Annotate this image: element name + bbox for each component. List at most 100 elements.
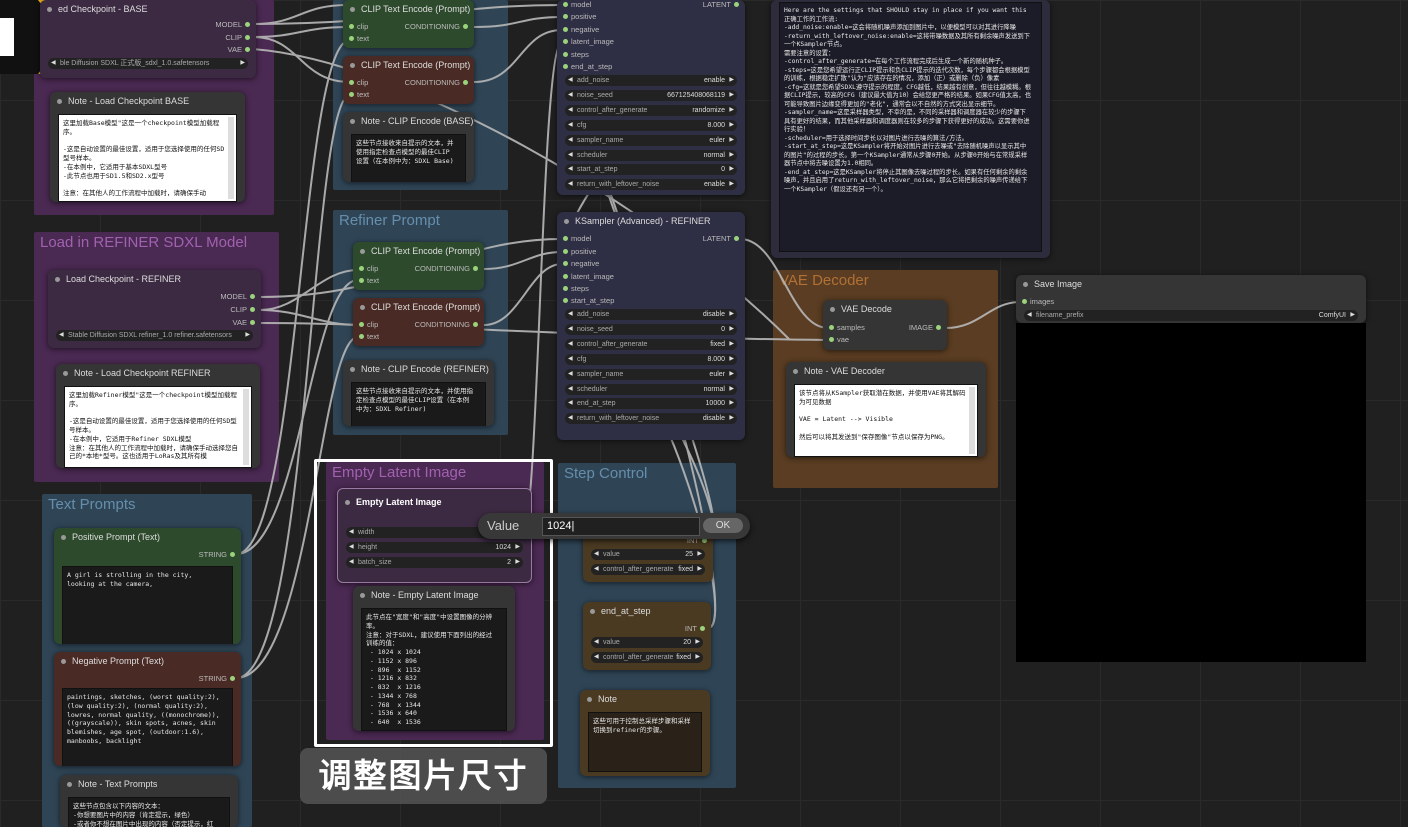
conditioning-output[interactable]: CONDITIONING (415, 320, 479, 330)
scheduler-widget[interactable]: schedulernormal (565, 150, 737, 161)
image-output[interactable]: IMAGE (909, 323, 942, 333)
load-checkpoint-refiner-node[interactable]: Load Checkpoint - REFINER MODEL CLIP VAE… (48, 270, 261, 348)
positive-input[interactable]: positive (563, 247, 596, 257)
note-ksampler-settings[interactable]: Here are the settings that SHOULD stay i… (771, 0, 1050, 258)
clip-input[interactable]: clip (349, 78, 368, 88)
filename-prefix-widget[interactable]: filename_prefixComfyUI (1024, 310, 1358, 321)
note-load-checkpoint-base[interactable]: Note - Load Checkpoint BASE 这里加载Base模型"这… (50, 92, 245, 202)
string-output[interactable]: STRING (199, 674, 236, 684)
samples-input[interactable]: samples (829, 323, 865, 333)
control-after-generate-widget[interactable]: control_after_generatefixed (565, 339, 737, 350)
control-after-generate-widget[interactable]: control_after_generatefixed (591, 652, 703, 663)
text-input[interactable]: text (349, 34, 369, 44)
vae-output[interactable]: VAE (228, 45, 251, 55)
vae-output[interactable]: VAE (233, 318, 256, 328)
add-noise-widget[interactable]: add_noisedisable (565, 309, 737, 320)
model-input[interactable]: model (563, 234, 591, 244)
noise-seed-widget[interactable]: noise_seed667125408068119 (565, 90, 737, 101)
model-output[interactable]: MODEL (215, 20, 250, 30)
latent-image-input[interactable]: latent_image (563, 37, 614, 47)
control-after-generate-widget[interactable]: control_after_generatefixed (591, 564, 705, 575)
start-at-step-input[interactable]: start_at_step (563, 296, 614, 306)
note-clip-encode-base[interactable]: Note - CLIP Encode (BASE) 这些节点接收来自提示的文本，… (343, 112, 474, 182)
model-input[interactable]: model (563, 0, 591, 10)
note-text[interactable]: 这些可用于控制总采样步骤和采样切换到refiner的步骤。 (588, 712, 702, 772)
note-text[interactable]: 这些节点包含以下内容的文本： -你想要图片中的内容（肯定提示，绿色） -或者你不… (68, 797, 230, 827)
images-input[interactable]: images (1022, 297, 1054, 307)
sampler-name-widget[interactable]: sampler_nameeuler (565, 135, 737, 146)
cfg-widget[interactable]: cfg8.000 (565, 120, 737, 131)
ok-button[interactable]: OK (703, 518, 743, 533)
note-text[interactable]: Here are the settings that SHOULD stay i… (779, 2, 1042, 252)
negative-prompt-node[interactable]: Negative Prompt (Text) STRING paintings,… (54, 652, 241, 766)
note-clip-encode-refiner[interactable]: Note - CLIP Encode (REFINER) 这些节点接收来自提示的… (343, 360, 494, 426)
negative-input[interactable]: negative (563, 259, 599, 269)
save-image-node[interactable]: Save Image images filename_prefixComfyUI (1016, 275, 1366, 323)
negative-prompt-textarea[interactable]: paintings, sketches, (worst quality:2), … (62, 688, 233, 766)
ckpt-name-select[interactable]: ble Diffusion SDXL 正式版_sdxl_1.0.safetens… (48, 58, 248, 69)
scrollbar[interactable] (228, 117, 234, 199)
vae-decode-node[interactable]: VAE Decode samples vae IMAGE (823, 300, 947, 350)
positive-input[interactable]: positive (563, 12, 596, 22)
end-step-value-widget[interactable]: value20 (591, 637, 703, 648)
conditioning-output[interactable]: CONDITIONING (405, 22, 469, 32)
node-canvas[interactable]: Load in REFINER SDXL Model Refiner Promp… (0, 0, 1408, 827)
control-after-generate-widget[interactable]: control_after_generaterandomize (565, 105, 737, 116)
cfg-widget[interactable]: cfg8.000 (565, 354, 737, 365)
positive-prompt-node[interactable]: Positive Prompt (Text) STRING A girl is … (54, 528, 241, 644)
int-output[interactable]: INT (685, 624, 706, 634)
scheduler-widget[interactable]: schedulernormal (565, 384, 737, 395)
steps-value-widget[interactable]: value25 (591, 549, 705, 560)
conditioning-output[interactable]: CONDITIONING (415, 264, 479, 274)
clip-output[interactable]: CLIP (230, 305, 255, 315)
note-text[interactable]: 这些节点接收来自提示的文本，并使用指定检查点模型的最佳CLIP设置（在本例中为：… (351, 134, 466, 182)
text-input[interactable]: text (349, 90, 369, 100)
end-at-step-node[interactable]: end_at_step INT value20 control_after_ge… (583, 602, 711, 670)
clip-text-encode-base-negative[interactable]: CLIP Text Encode (Prompt) clip text COND… (343, 56, 474, 104)
sampler-name-widget[interactable]: sampler_nameeuler (565, 369, 737, 380)
note-text[interactable]: 这里加载Refiner模型"这是一个checkpoint模型加载程序。 -这是自… (64, 386, 252, 468)
note-load-checkpoint-refiner[interactable]: Note - Load Checkpoint REFINER 这里加载Refin… (56, 364, 260, 468)
note-vae-decoder[interactable]: Note - VAE Decoder 该节点将从KSampler获取潜在数据，并… (786, 362, 986, 457)
ckpt-name-select[interactable]: Stable Diffusion SDXL refiner_1.0 refine… (56, 330, 253, 341)
clip-input[interactable]: clip (349, 22, 368, 32)
clip-input[interactable]: clip (359, 264, 378, 274)
ksampler-base-node[interactable]: model positive negative latent_image ste… (557, 0, 745, 195)
conditioning-output[interactable]: CONDITIONING (405, 78, 469, 88)
negative-input[interactable]: negative (563, 25, 599, 35)
clip-input[interactable]: clip (359, 320, 378, 330)
note-text[interactable]: 这些节点接收来自提示的文本，并使用指定检查点模型的最佳CLIP设置（在本例中为：… (351, 382, 486, 426)
end-at-step-input[interactable]: end_at_step (563, 62, 612, 72)
scrollbar[interactable] (969, 387, 975, 454)
end-at-step-widget[interactable]: end_at_step10000 (565, 398, 737, 409)
note-step-control[interactable]: Note 这些可用于控制总采样步骤和采样切换到refiner的步骤。 (580, 690, 710, 776)
return-with-leftover-noise-widget[interactable]: return_with_leftover_noiseenable (565, 179, 737, 190)
steps-input[interactable]: steps (563, 50, 589, 60)
value-prompt-dialog[interactable]: Value 1024| OK (478, 513, 750, 539)
latent-image-input[interactable]: latent_image (563, 272, 614, 282)
clip-text-encode-refiner-negative[interactable]: CLIP Text Encode (Prompt) clip text COND… (353, 298, 484, 346)
model-output[interactable]: MODEL (220, 292, 255, 302)
add-noise-widget[interactable]: add_noiseenable (565, 75, 737, 86)
return-with-leftover-noise-widget[interactable]: return_with_leftover_noisedisable (565, 413, 737, 424)
clip-text-encode-base-positive[interactable]: CLIP Text Encode (Prompt) clip text COND… (343, 0, 474, 48)
value-input[interactable]: 1024| (542, 517, 700, 536)
latent-output[interactable]: LATENT (703, 0, 740, 10)
clip-text-encode-refiner-positive[interactable]: CLIP Text Encode (Prompt) clip text COND… (353, 242, 484, 290)
note-text[interactable]: 该节点将从KSampler获取潜在数据，并使用VAE将其解码为可见数据 VAE … (794, 384, 978, 457)
note-text-prompts[interactable]: Note - Text Prompts 这些节点包含以下内容的文本： -你想要图… (60, 775, 238, 827)
scrollbar[interactable] (243, 389, 249, 465)
steps-input[interactable]: steps (563, 284, 589, 294)
vae-input[interactable]: vae (829, 335, 849, 345)
string-output[interactable]: STRING (199, 550, 236, 560)
start-at-step-widget[interactable]: start_at_step0 (565, 164, 737, 175)
ksampler-refiner-node[interactable]: KSampler (Advanced) - REFINER model posi… (557, 212, 745, 440)
text-input[interactable]: text (359, 276, 379, 286)
positive-prompt-textarea[interactable]: A girl is strolling in the city, looking… (62, 566, 233, 644)
note-text[interactable]: 这里加载Base模型"这是一个checkpoint模型加载程序。 -这是自动设置… (58, 114, 237, 202)
load-checkpoint-base-node[interactable]: ed Checkpoint - BASE MODEL CLIP VAE ble … (40, 0, 256, 78)
text-input[interactable]: text (359, 332, 379, 342)
clip-output[interactable]: CLIP (225, 33, 250, 43)
noise-seed-widget[interactable]: noise_seed0 (565, 324, 737, 335)
latent-output[interactable]: LATENT (703, 234, 740, 244)
